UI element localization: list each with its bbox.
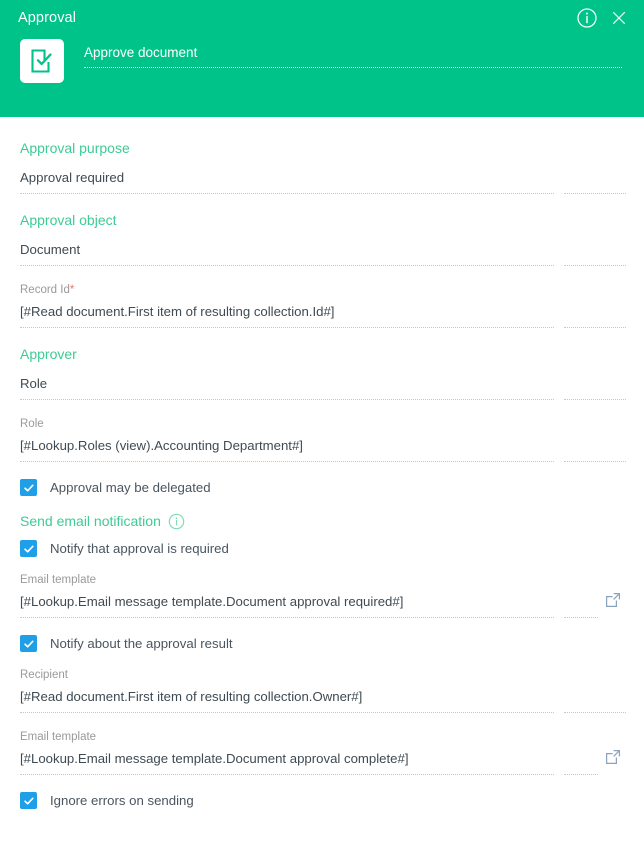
window-title: Approval (18, 10, 77, 26)
record-id-field[interactable]: Record Id* [#Read document.First item of… (20, 283, 626, 328)
record-id-underline (20, 327, 626, 328)
approval-object-value: Document (20, 242, 81, 257)
task-identity-row: Approve document (0, 30, 644, 83)
email-template-complete-label: Email template (20, 731, 97, 743)
email-template-required-value: [#Lookup.Email message template.Document… (20, 594, 404, 609)
required-asterisk: * (69, 284, 75, 296)
email-template-required-label: Email template (20, 574, 97, 586)
role-value: [#Lookup.Roles (view).Accounting Departm… (20, 438, 303, 453)
header-actions (576, 7, 634, 29)
task-name-value: Approve document (84, 45, 198, 60)
ignore-errors-checkbox[interactable] (20, 792, 37, 809)
approver-value: Role (20, 376, 48, 391)
ignore-errors-label: Ignore errors on sending (50, 793, 194, 808)
document-check-icon (20, 39, 64, 83)
record-id-label-text: Record Id (20, 284, 70, 296)
task-name-field[interactable]: Approve document (84, 39, 626, 68)
recipient-underline (20, 712, 626, 713)
recipient-value: [#Read document.First item of resulting … (20, 689, 363, 704)
email-template-complete-field[interactable]: Email template [#Lookup.Email message te… (20, 730, 626, 775)
approval-purpose-label-text: Approval purpose (20, 140, 130, 156)
approval-settings-window: Approval Approve document Approval purpo… (0, 0, 644, 844)
email-template-required-underline (20, 617, 626, 618)
record-id-label: Record Id* (20, 283, 626, 298)
approval-purpose-value: Approval required (20, 170, 125, 185)
approver-label: Approver (20, 345, 626, 363)
info-circle-icon[interactable] (576, 7, 598, 29)
role-underline (20, 461, 626, 462)
approval-object-underline (20, 265, 626, 266)
approval-purpose-underline (20, 193, 626, 194)
notify-required-checkbox[interactable] (20, 540, 37, 557)
delegation-row[interactable]: Approval may be delegated (20, 479, 626, 496)
info-circle-icon[interactable] (168, 513, 185, 530)
approval-purpose-label: Approval purpose (20, 139, 626, 157)
recipient-label: Recipient (20, 669, 68, 681)
task-name-underline (84, 67, 622, 68)
approver-label-text: Approver (20, 346, 77, 362)
email-notification-section-label: Send email notification (20, 512, 626, 530)
notify-result-row[interactable]: Notify about the approval result (20, 635, 626, 652)
approver-underline (20, 399, 626, 400)
notify-result-label: Notify about the approval result (50, 636, 233, 651)
recipient-field[interactable]: Recipient [#Read document.First item of … (20, 668, 626, 713)
approver-field[interactable]: Role (20, 375, 626, 400)
approval-object-field[interactable]: Document (20, 241, 626, 266)
open-external-icon[interactable] (604, 748, 622, 766)
notify-required-row[interactable]: Notify that approval is required (20, 540, 626, 557)
role-label: Role (20, 418, 44, 430)
record-id-value: [#Read document.First item of resulting … (20, 304, 335, 319)
approval-object-label-text: Approval object (20, 212, 117, 228)
notify-required-label: Notify that approval is required (50, 541, 229, 556)
email-template-required-field[interactable]: Email template [#Lookup.Email message te… (20, 573, 626, 618)
window-header: Approval Approve document (0, 0, 644, 117)
email-template-complete-value: [#Lookup.Email message template.Document… (20, 751, 409, 766)
role-field[interactable]: Role [#Lookup.Roles (view).Accounting De… (20, 417, 626, 462)
close-icon[interactable] (608, 7, 630, 29)
ignore-errors-row[interactable]: Ignore errors on sending (20, 792, 626, 809)
header-titlebar: Approval (0, 0, 644, 30)
delegation-label: Approval may be delegated (50, 480, 211, 495)
open-external-icon[interactable] (604, 591, 622, 609)
approval-object-label: Approval object (20, 211, 626, 229)
notify-result-checkbox[interactable] (20, 635, 37, 652)
settings-body: Approval purpose Approval required Appro… (0, 117, 644, 844)
email-template-complete-underline (20, 774, 626, 775)
email-notification-label-text: Send email notification (20, 513, 161, 529)
delegation-checkbox[interactable] (20, 479, 37, 496)
approval-purpose-field[interactable]: Approval required (20, 169, 626, 194)
